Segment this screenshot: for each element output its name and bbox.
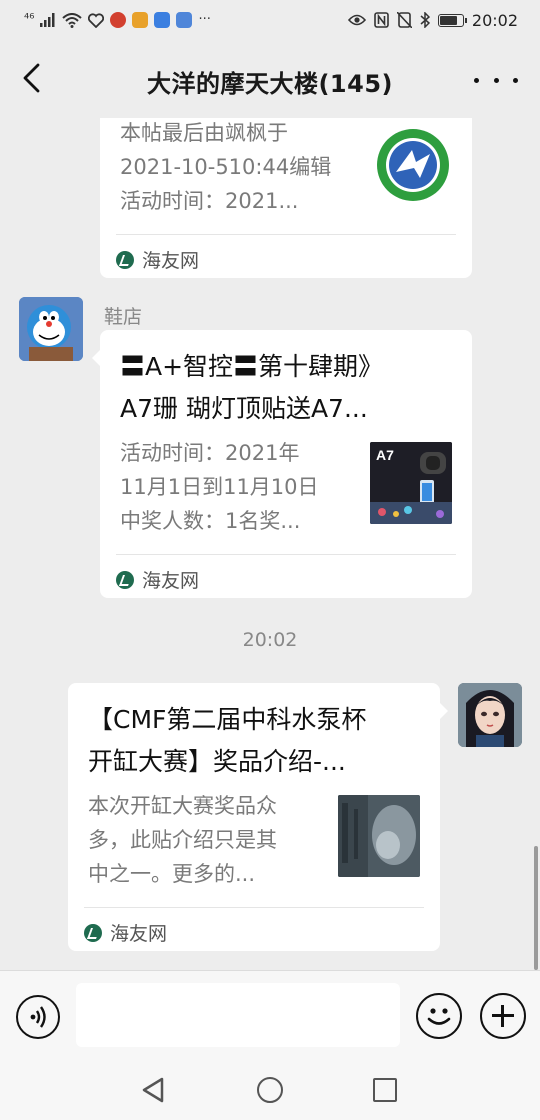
card-source: 海友网: [116, 246, 199, 273]
sender-name: 鞋店: [104, 306, 143, 328]
smiley-icon: [427, 1008, 451, 1025]
silent-mode-icon: [396, 12, 412, 28]
app-notification-icon: [110, 12, 127, 28]
my-avatar[interactable]: [458, 683, 522, 747]
card-source: 海友网: [84, 919, 167, 946]
card-thumbnail: [338, 795, 420, 877]
status-bar: ⁴⁶ ··· 20:02: [0, 0, 540, 40]
music-app-icon: [154, 12, 171, 28]
avatar[interactable]: [19, 297, 83, 361]
signal-bars-icon: [40, 13, 55, 27]
eye-comfort-icon: [347, 14, 366, 26]
chat-message-list[interactable]: 本帖最后由飒枫于 2021-10-510:44编辑 活动时间：2021... 海…: [0, 118, 540, 970]
card-description-line: 中之一。更多的...: [88, 862, 256, 886]
link-card-message[interactable]: 【CMF第二届中科水泵杯 开缸大赛】奖品介绍-... 本次开缸大赛奖品众 多，此…: [68, 683, 448, 951]
card-description-line: 11月1日到11月10日: [120, 475, 319, 499]
source-name: 海友网: [142, 250, 200, 272]
chat-title: 大洋的摩天大楼(145): [146, 70, 394, 98]
scrollbar[interactable]: [534, 846, 538, 970]
dot-icon: [474, 77, 479, 83]
source-app-icon: [116, 570, 134, 589]
link-card-message[interactable]: 〓A+智控〓第十肆期》 A7珊 瑚灯顶贴送A7... 活动时间：2021年 11…: [92, 330, 472, 598]
system-back-icon[interactable]: [140, 1076, 166, 1104]
status-time: 20:02: [471, 10, 518, 30]
source-name: 海友网: [110, 923, 168, 945]
card-description-line: 本帖最后由飒枫于: [120, 121, 288, 145]
source-name: 海友网: [142, 570, 200, 592]
card-divider: [116, 234, 456, 235]
system-home-icon[interactable]: [257, 1077, 283, 1103]
card-description-line: 活动时间：2021...: [120, 189, 299, 213]
card-thumbnail: [372, 124, 454, 206]
system-navigation-bar: [0, 1060, 540, 1120]
card-description-line: 活动时间：2021年: [120, 441, 300, 465]
voice-icon: [30, 1006, 46, 1028]
aquarium-photo-icon: [338, 795, 420, 877]
card-title-line: 开缸大赛】奖品介绍-...: [88, 747, 346, 776]
card-divider: [84, 907, 424, 908]
system-recents-icon[interactable]: [373, 1078, 397, 1102]
more-options-button[interactable]: [474, 66, 518, 94]
more-notifications-icon: ···: [198, 12, 211, 27]
card-title-line: A7珊 瑚灯顶贴送A7...: [120, 394, 368, 423]
product-photo-icon: A7: [370, 442, 452, 524]
card-description-line: 2021-10-510:44编辑: [120, 155, 332, 179]
dot-icon: [493, 77, 499, 83]
wifi-icon: [62, 12, 83, 28]
battery-icon: [437, 13, 467, 27]
more-functions-button[interactable]: [480, 993, 526, 1039]
card-description-line: 中奖人数：1名奖...: [120, 509, 301, 533]
source-app-icon: [84, 923, 102, 942]
card-description-line: 本次开缸大赛奖品众: [88, 794, 277, 818]
card-title-line: 〓A+智控〓第十肆期》: [120, 352, 384, 381]
link-card-message[interactable]: 本帖最后由飒枫于 2021-10-510:44编辑 活动时间：2021... 海…: [100, 118, 472, 278]
message-timestamp: 20:02: [242, 629, 298, 651]
cellular-signal-icon: ⁴⁶: [24, 12, 35, 27]
emoji-button[interactable]: [416, 993, 462, 1039]
message-input-bar: [0, 970, 540, 1060]
card-source: 海友网: [116, 566, 199, 593]
doraemon-avatar-icon: [19, 297, 83, 361]
voice-input-button[interactable]: [16, 995, 60, 1039]
anime-girl-avatar-icon: [458, 683, 522, 747]
dot-icon: [513, 77, 518, 83]
card-thumbnail: A7: [370, 442, 452, 524]
card-description-line: 多，此贴介绍只是其: [88, 828, 277, 852]
bluetooth-icon: [420, 12, 430, 28]
card-title-line: 【CMF第二届中科水泵杯: [88, 705, 367, 734]
card-divider: [116, 554, 456, 555]
chat-header: 大洋的摩天大楼(145): [0, 40, 540, 118]
nfc-icon: [374, 12, 389, 28]
app-notification-icon: [132, 12, 149, 28]
heart-health-icon: [88, 12, 105, 28]
store-app-icon: [176, 12, 193, 28]
green-fish-logo-icon: [377, 129, 449, 201]
message-input[interactable]: [76, 983, 400, 1047]
source-app-icon: [116, 250, 134, 269]
thumbnail-label: A7: [376, 447, 394, 463]
